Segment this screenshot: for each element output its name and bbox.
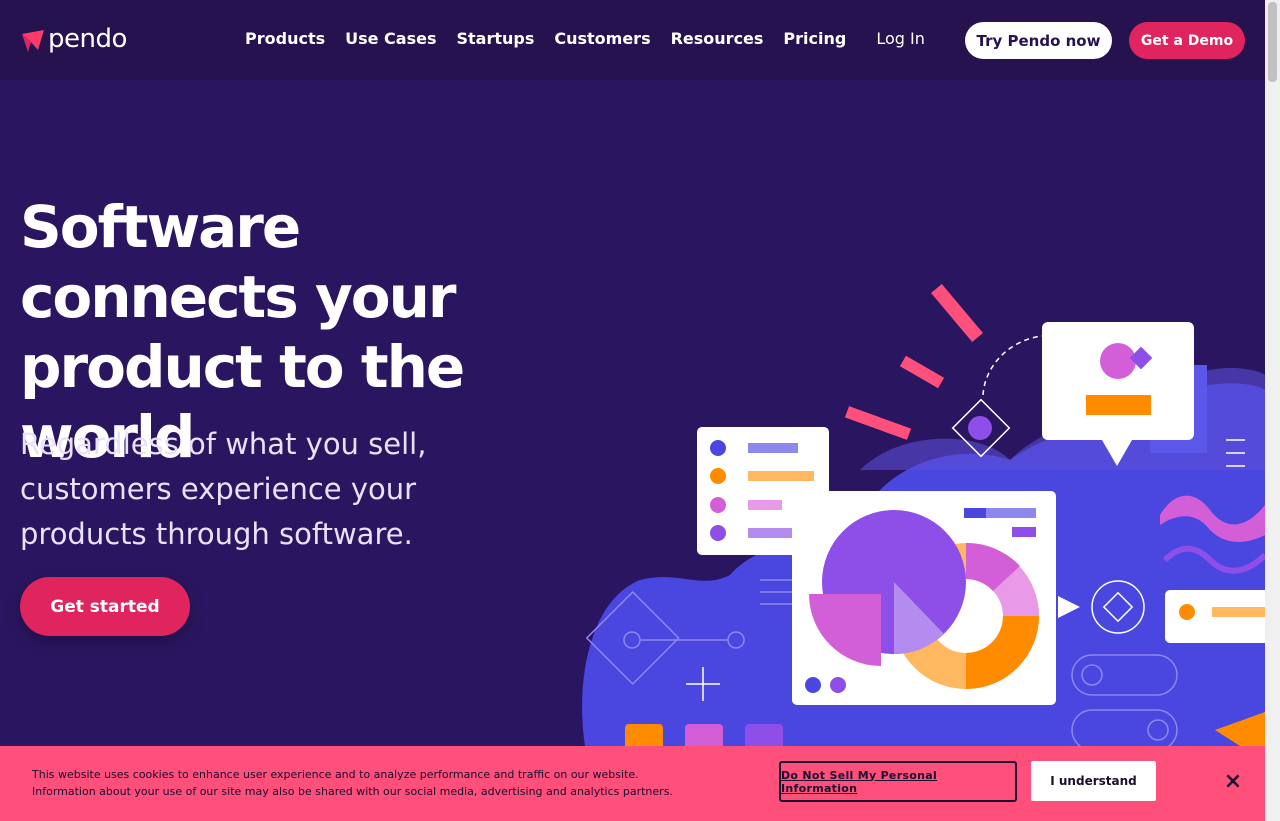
main-nav: Products Use Cases Startups Customers Re…	[245, 29, 925, 49]
site-header: pendo Products Use Cases Startups Custom…	[0, 0, 1265, 80]
login-link[interactable]: Log In	[876, 29, 925, 49]
logo-text: pendo	[48, 24, 127, 54]
hero-illustration	[582, 283, 1265, 746]
magenta-block	[685, 724, 723, 746]
bubble-circle	[1100, 343, 1136, 379]
nav-resources[interactable]: Resources	[671, 29, 764, 49]
cookie-text-line-1: This website uses cookies to enhance use…	[32, 768, 639, 781]
page-scrollbar[interactable]	[1265, 0, 1280, 821]
close-icon[interactable]: ×	[1222, 771, 1244, 793]
dashed-arc	[982, 335, 1043, 396]
nav-pricing[interactable]: Pricing	[783, 29, 846, 49]
nav-products[interactable]: Products	[245, 29, 325, 49]
cookie-text-line-2: Information about your use of our site m…	[32, 785, 673, 798]
get-started-button[interactable]: Get started	[20, 577, 190, 636]
pendo-logo-icon	[22, 30, 44, 52]
nav-startups[interactable]: Startups	[456, 29, 534, 49]
diamond-dot	[968, 416, 992, 440]
bubble-bar	[1086, 395, 1151, 415]
hero-subtitle: Regardless of what you sell, customers e…	[20, 427, 427, 551]
nav-use-cases[interactable]: Use Cases	[345, 29, 436, 49]
brush-strokes	[844, 283, 983, 440]
try-pendo-button[interactable]: Try Pendo now	[965, 22, 1112, 59]
nav-customers[interactable]: Customers	[554, 29, 650, 49]
orange-block	[625, 724, 663, 746]
get-demo-button[interactable]: Get a Demo	[1129, 22, 1245, 59]
do-not-sell-button[interactable]: Do Not Sell My Personal Information	[779, 761, 1017, 802]
purple-block	[745, 724, 783, 746]
scrollbar-thumb[interactable]	[1268, 2, 1277, 82]
speech-bubble-card	[1042, 322, 1194, 440]
pendo-logo[interactable]: pendo	[20, 24, 127, 54]
cookie-text: This website uses cookies to enhance use…	[32, 766, 752, 800]
cookie-accept-button[interactable]: I understand	[1031, 761, 1156, 801]
